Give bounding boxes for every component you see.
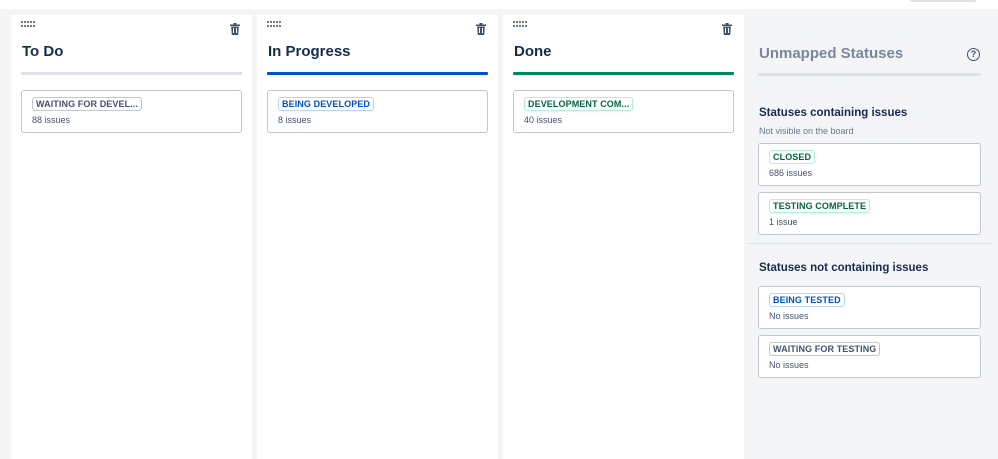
status-lozenge: CLOSED (769, 150, 816, 164)
unmapped-status-card[interactable]: CLOSED 686 issues (758, 143, 981, 186)
column-title[interactable]: Done (514, 43, 552, 60)
column-done: Done DEVELOPMENT COM... 40 issues (503, 15, 744, 459)
drag-handle-icon[interactable] (513, 21, 527, 29)
status-lozenge: WAITING FOR TESTING (769, 342, 881, 356)
column-status-bar (513, 72, 734, 75)
trash-icon[interactable] (476, 23, 486, 35)
issue-count: 88 issues (32, 115, 71, 125)
issue-count: 1 issue (769, 217, 798, 227)
status-lozenge: BEING TESTED (769, 293, 845, 307)
column-to-do: To Do WAITING FOR DEVEL... 88 issues (11, 15, 252, 459)
section-divider (747, 243, 992, 244)
status-lozenge: WAITING FOR DEVEL... (32, 97, 143, 111)
column-title[interactable]: In Progress (268, 43, 351, 60)
top-bar-button[interactable] (910, 0, 976, 2)
column-status-bar (267, 72, 488, 75)
issue-count: No issues (769, 311, 809, 321)
question-circle-icon[interactable]: ? (967, 48, 980, 61)
status-card[interactable]: DEVELOPMENT COM... 40 issues (513, 90, 734, 133)
status-lozenge: TESTING COMPLETE (769, 199, 871, 213)
section-heading-without-issues: Statuses not containing issues (759, 262, 929, 274)
unmapped-status-card[interactable]: WAITING FOR TESTING No issues (758, 335, 981, 378)
column-status-bar (21, 72, 242, 75)
status-card[interactable]: BEING DEVELOPED 8 issues (267, 90, 488, 133)
status-lozenge: DEVELOPMENT COM... (524, 97, 634, 111)
drag-handle-icon[interactable] (267, 21, 281, 29)
unmapped-statuses-panel: Unmapped Statuses ? Statuses containing … (747, 15, 992, 459)
top-bar (0, 0, 998, 9)
trash-icon[interactable] (230, 23, 240, 35)
issue-count: 8 issues (278, 115, 312, 125)
status-card[interactable]: WAITING FOR DEVEL... 88 issues (21, 90, 242, 133)
unmapped-status-card[interactable]: TESTING COMPLETE 1 issue (758, 192, 981, 235)
status-lozenge: BEING DEVELOPED (278, 97, 375, 111)
section-heading-with-issues: Statuses containing issues (759, 107, 908, 119)
unmapped-bar (758, 73, 981, 76)
unmapped-title: Unmapped Statuses (759, 45, 904, 62)
trash-icon[interactable] (722, 23, 732, 35)
issue-count: 40 issues (524, 115, 563, 125)
drag-handle-icon[interactable] (21, 21, 35, 29)
column-title[interactable]: To Do (22, 43, 63, 60)
section-subtext: Not visible on the board (759, 126, 854, 136)
unmapped-status-card[interactable]: BEING TESTED No issues (758, 286, 981, 329)
issue-count: No issues (769, 360, 809, 370)
issue-count: 686 issues (769, 168, 813, 178)
column-in-progress: In Progress BEING DEVELOPED 8 issues (257, 15, 498, 459)
